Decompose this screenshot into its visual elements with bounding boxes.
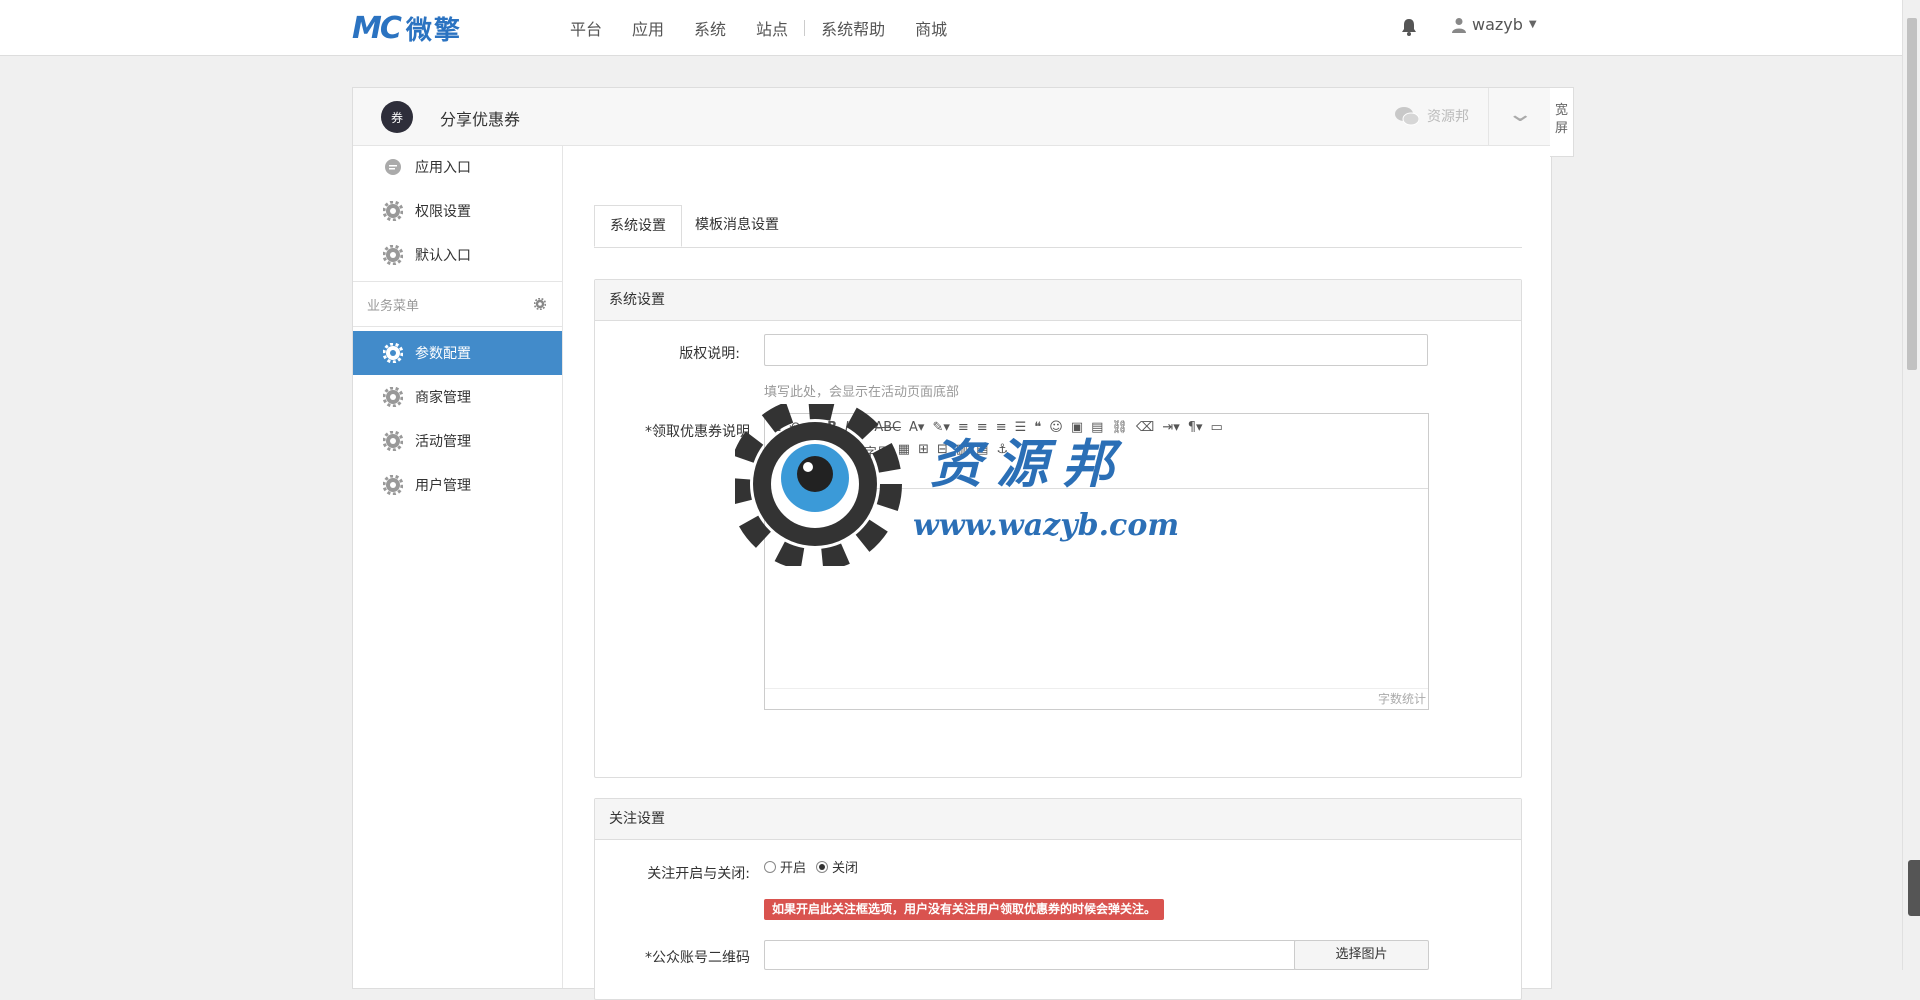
radio-off-label: 关闭 xyxy=(832,861,859,876)
chevron-down-icon[interactable]: ⌄ xyxy=(1506,102,1534,127)
follow-toggle-label: 关注开启与关闭: xyxy=(647,866,750,882)
qrcode-label: *公众账号二维码 xyxy=(645,950,750,966)
gear-icon xyxy=(383,431,403,451)
gear-icon xyxy=(383,475,403,495)
header-divider xyxy=(1488,88,1489,145)
choose-image-button[interactable]: 选择图片 xyxy=(1294,940,1429,970)
chat-icon xyxy=(385,159,401,175)
user-menu[interactable]: wazyb ▼ xyxy=(1452,15,1537,34)
sidebar-item-default-entry[interactable]: 默认入口 xyxy=(353,233,562,277)
gear-icon xyxy=(383,387,403,407)
sidebar-item-params[interactable]: 参数配置 xyxy=(353,331,562,375)
logo[interactable]: MC 微擎 xyxy=(352,10,462,46)
sidebar-item-label: 应用入口 xyxy=(415,160,471,176)
tab-system-settings[interactable]: 系统设置 xyxy=(594,205,682,247)
watermark-title: 资源邦 xyxy=(930,434,1129,495)
user-icon xyxy=(1452,17,1466,33)
sidebar-item-activities[interactable]: 活动管理 xyxy=(353,419,562,463)
sidebar-item-label: 活动管理 xyxy=(415,434,471,450)
word-count: 字数统计 xyxy=(1377,692,1426,706)
nav-divider xyxy=(804,19,806,36)
nav-platform[interactable]: 平台 xyxy=(570,16,602,40)
nav-help[interactable]: 系统帮助 xyxy=(821,16,885,40)
editor-footer: 字数统计 xyxy=(765,688,1428,709)
scrollbar-thumb[interactable] xyxy=(1907,18,1917,370)
radio-on-label: 开启 xyxy=(780,861,807,876)
gear-icon xyxy=(383,201,403,221)
wechat-account[interactable]: 资源邦 xyxy=(1395,106,1469,126)
wechat-name: 资源邦 xyxy=(1427,109,1469,125)
widescreen-label-2: 屏 xyxy=(1554,121,1568,136)
side-drawer-handle[interactable] xyxy=(1908,860,1920,916)
gear-icon xyxy=(383,343,403,363)
top-navbar: MC 微擎 平台 应用 系统 站点 系统帮助 商城 wazyb ▼ xyxy=(0,0,1902,56)
sidebar-item-merchants[interactable]: 商家管理 xyxy=(353,375,562,419)
wechat-icon xyxy=(1395,107,1419,126)
coupon-desc-label: *领取优惠券说明 xyxy=(645,424,750,440)
sidebar-item-app-entry[interactable]: 应用入口 xyxy=(353,145,562,189)
follow-toggle: 开启 关闭 xyxy=(764,857,858,876)
sidebar-item-label: 参数配置 xyxy=(415,346,471,362)
tab-template-messages[interactable]: 模板消息设置 xyxy=(680,205,794,246)
watermark-gear-icon xyxy=(735,404,902,566)
nav-site[interactable]: 站点 xyxy=(756,16,788,40)
sidebar-item-label: 权限设置 xyxy=(415,204,471,220)
sidebar-item-label: 商家管理 xyxy=(415,390,471,406)
follow-alert: 如果开启此关注框选项，用户没有关注用户领取优惠券的时候会弹关注。 xyxy=(764,899,1165,920)
bell-icon[interactable] xyxy=(1400,17,1418,37)
logo-mark: MC xyxy=(352,10,402,46)
nav-system[interactable]: 系统 xyxy=(694,16,726,40)
username: wazyb xyxy=(1472,15,1523,34)
settings-icon[interactable] xyxy=(534,298,546,310)
fullscreen-icon[interactable]: ▭ xyxy=(1211,420,1223,435)
logo-text: 微擎 xyxy=(405,15,462,46)
radio-off[interactable] xyxy=(816,860,829,873)
copyright-input[interactable] xyxy=(764,334,1428,366)
watermark-url: www.wazyb.com xyxy=(913,508,1180,543)
qrcode-input[interactable] xyxy=(764,940,1296,970)
widescreen-label-1: 宽 xyxy=(1554,103,1568,118)
tab-bar: 系统设置 模板消息设置 xyxy=(594,205,1522,248)
sidebar-item-label: 默认入口 xyxy=(415,248,471,264)
gear-icon xyxy=(383,245,403,265)
page-scrollbar[interactable] xyxy=(1902,0,1920,970)
main-nav: 平台 应用 系统 站点 系统帮助 商城 xyxy=(570,0,977,55)
sidebar-item-label: 用户管理 xyxy=(415,478,471,494)
box-title: 系统设置 xyxy=(595,280,1521,321)
nav-apps[interactable]: 应用 xyxy=(632,16,664,40)
app-title: 分享优惠券 xyxy=(440,110,521,129)
widescreen-button[interactable]: 宽 屏 xyxy=(1550,87,1574,157)
sidebar-group-title: 业务菜单 xyxy=(367,298,420,314)
panel-header: 券 分享优惠券 资源邦 ⌄ xyxy=(353,88,1551,146)
sidebar-item-permissions[interactable]: 权限设置 xyxy=(353,189,562,233)
copyright-help: 填写此处，会显示在活动页面底部 xyxy=(764,385,960,400)
box-title: 关注设置 xyxy=(595,799,1521,840)
caret-down-icon: ▼ xyxy=(1528,19,1537,30)
sidebar-item-users[interactable]: 用户管理 xyxy=(353,463,562,507)
coupon-icon: 券 xyxy=(381,101,413,133)
copyright-label: 版权说明: xyxy=(679,346,740,362)
sidebar-group-header: 业务菜单 xyxy=(353,281,562,327)
watermark: 资源邦 www.wazyb.com xyxy=(735,404,1195,566)
sidebar: 应用入口 权限设置 默认入口 业务菜单 参数配置 商家管理 活动管理 用户管理 xyxy=(353,145,563,988)
radio-on[interactable] xyxy=(764,860,776,873)
nav-store[interactable]: 商城 xyxy=(915,16,947,40)
